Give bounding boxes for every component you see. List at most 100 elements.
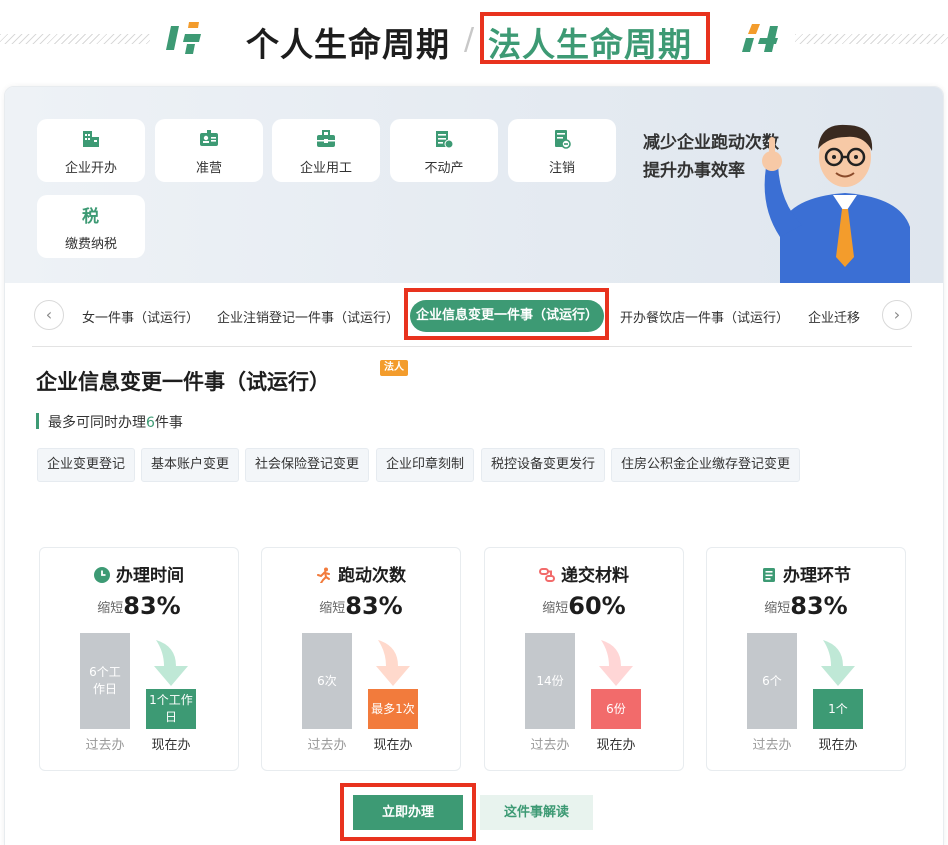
category-employment[interactable]: 企业用工 (272, 119, 380, 182)
stat-title: 跑动次数 (262, 561, 460, 586)
bar-past: 6个 (747, 633, 797, 729)
stat-title-text: 跑动次数 (338, 566, 406, 586)
bar-now: 最多1次 (368, 689, 418, 729)
checklist-icon (763, 568, 775, 582)
category-label: 企业开办 (64, 161, 117, 176)
bar-past: 14份 (525, 633, 575, 729)
tab-active-enterprise-info-change[interactable]: 企业信息变更一件事（试运行） (410, 300, 604, 332)
tab-item[interactable]: 开办餐饮店一件事（试运行） (620, 307, 789, 326)
apply-now-button[interactable]: 立即办理 (353, 795, 463, 830)
building-icon (83, 131, 99, 147)
bar-now: 1个工作日 (146, 689, 196, 729)
category-label: 准营 (195, 161, 222, 176)
category-tax-payment[interactable]: 税 缴费纳税 (37, 195, 145, 258)
bar-now: 1个 (813, 689, 863, 729)
down-arrow-icon (599, 640, 633, 686)
now-label: 现在办 (818, 738, 858, 753)
now-label: 现在办 (151, 738, 191, 753)
stat-title: 办理时间 (40, 561, 238, 586)
interpretation-button[interactable]: 这件事解读 (480, 795, 593, 830)
tab-item[interactable]: 企业迁移 (808, 307, 860, 326)
personal-lifecycle-tab[interactable]: 个人生命周期 (246, 18, 450, 66)
down-arrow-icon (821, 640, 855, 686)
past-label: 过去办 (85, 738, 125, 753)
stat-title-text: 办理环节 (783, 566, 851, 586)
stat-title-text: 办理时间 (116, 566, 184, 586)
stat-percent: 缩短83% (262, 592, 460, 620)
item-tag: 企业变更登记 (37, 448, 136, 482)
stat-title-text: 递交材料 (561, 566, 629, 586)
now-label: 现在办 (596, 738, 636, 753)
category-banner: 企业开办 准营 企业用工 不动产 注销 税 缴费纳税 减少企业跑动次数 提升办事… (5, 87, 943, 283)
stat-percent: 缩短83% (40, 592, 238, 620)
tab-item[interactable]: 女一件事（试运行） (82, 307, 199, 326)
past-label: 过去办 (307, 738, 347, 753)
bar-now: 6份 (591, 689, 641, 729)
stat-percent: 缩短60% (485, 592, 683, 620)
stat-title: 递交材料 (485, 561, 683, 586)
legal-lifecycle-tab[interactable]: 法人生命周期 (488, 18, 692, 66)
brand-mark-right-icon (742, 24, 778, 52)
brand-mark-left-icon (166, 22, 201, 54)
tax-icon: 税 (82, 206, 99, 225)
category-label: 企业用工 (299, 161, 352, 176)
clock-icon (94, 567, 110, 583)
max-items-count: 6 (146, 415, 155, 431)
category-label: 不动产 (424, 161, 464, 176)
stat-percent-value: 83% (345, 592, 403, 620)
category-operating-permit[interactable]: 准营 (155, 119, 263, 182)
max-items-text: 最多可同时办理6件事 (48, 412, 183, 432)
legal-person-badge: 法人 (380, 360, 408, 376)
stat-percent-value: 83% (790, 592, 848, 620)
header-hatch-left (0, 34, 150, 44)
item-tag: 税控设备变更发行 (481, 448, 606, 482)
stat-card-materials: 递交材料 缩短60% 14份 6份 过去办 现在办 (484, 547, 684, 771)
item-tag: 住房公积金企业缴存登记变更 (611, 448, 801, 482)
max-items-prefix: 最多可同时办理 (48, 415, 146, 431)
category-deregistration[interactable]: 注销 (508, 119, 616, 182)
cancel-doc-icon (555, 130, 571, 149)
item-tag: 基本账户变更 (141, 448, 240, 482)
property-doc-icon (436, 131, 453, 149)
stat-prefix: 缩短 (319, 601, 346, 616)
category-label: 缴费纳税 (64, 237, 117, 252)
tabs-divider (32, 346, 912, 347)
down-arrow-icon (376, 640, 410, 686)
stat-prefix: 缩短 (542, 601, 569, 616)
stat-card-processing-time: 办理时间 缩短83% 6个工作日 1个工作日 过去办 现在办 (39, 547, 239, 771)
detail-title: 企业信息变更一件事（试运行） (36, 370, 330, 394)
accent-bar (36, 413, 39, 429)
license-card-icon (200, 130, 218, 146)
running-person-icon (317, 567, 330, 583)
stat-prefix: 缩短 (97, 601, 124, 616)
title-separator: / (464, 22, 475, 57)
briefcase-icon (317, 130, 335, 147)
down-arrow-icon (154, 640, 188, 686)
tab-item[interactable]: 企业注销登记一件事（试运行） (217, 307, 399, 326)
stat-card-steps: 办理环节 缩短83% 6个 1个 过去办 现在办 (706, 547, 906, 771)
stat-percent-value: 83% (123, 592, 181, 620)
stat-prefix: 缩短 (764, 601, 791, 616)
stat-title: 办理环节 (707, 561, 905, 586)
max-items-suffix: 件事 (154, 415, 183, 431)
past-label: 过去办 (530, 738, 570, 753)
category-real-estate[interactable]: 不动产 (390, 119, 498, 182)
item-tag: 企业印章刻制 (376, 448, 475, 482)
header-hatch-right (795, 34, 948, 44)
stat-card-trips: 跑动次数 缩短83% 6次 最多1次 过去办 现在办 (261, 547, 461, 771)
item-tag: 社会保险登记变更 (245, 448, 370, 482)
stat-percent: 缩短83% (707, 592, 905, 620)
bar-past: 6个工作日 (80, 633, 130, 729)
now-label: 现在办 (373, 738, 413, 753)
category-enterprise-startup[interactable]: 企业开办 (37, 119, 145, 182)
svg-text:税: 税 (82, 206, 99, 225)
materials-icon (539, 568, 555, 582)
tabs-next-button[interactable]: › (882, 300, 912, 330)
past-label: 过去办 (752, 738, 792, 753)
category-label: 注销 (548, 161, 575, 176)
page-header: 个人生命周期 / 法人生命周期 (0, 0, 948, 78)
stat-percent-value: 60% (568, 592, 626, 620)
tabs-prev-button[interactable]: ‹ (34, 300, 64, 330)
mascot-illustration (762, 124, 910, 283)
bar-past: 6次 (302, 633, 352, 729)
